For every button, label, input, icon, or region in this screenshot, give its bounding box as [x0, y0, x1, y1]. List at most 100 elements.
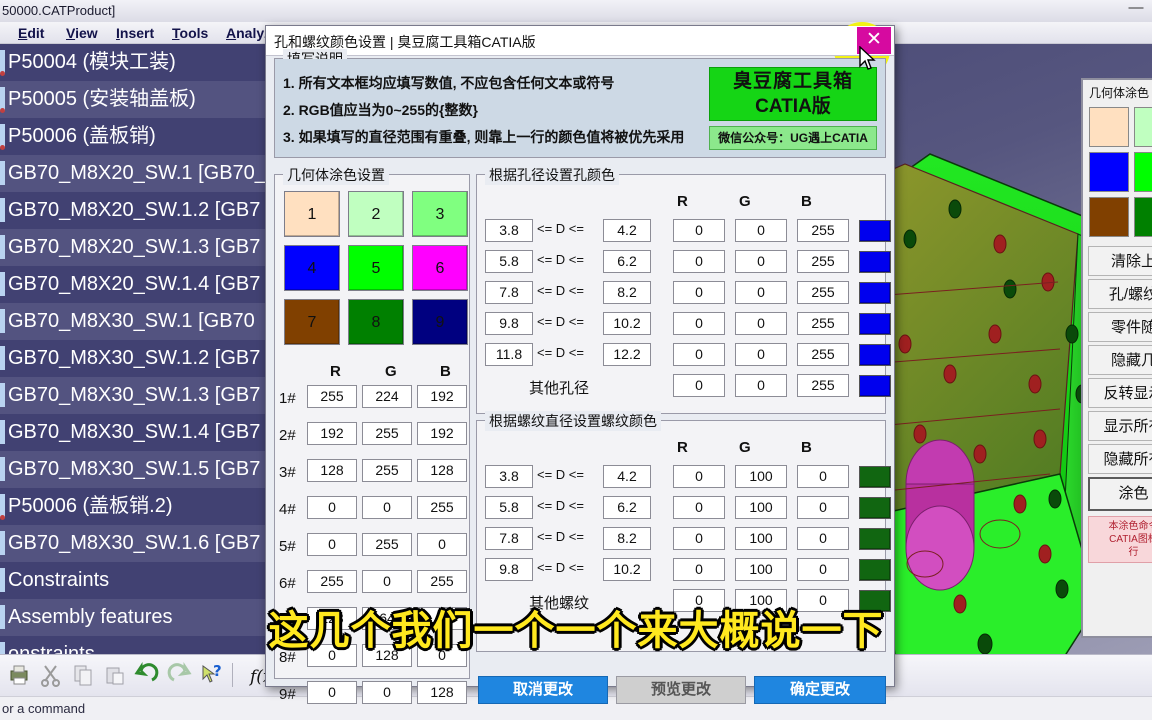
whats-this-icon[interactable]: ? [198, 662, 224, 688]
geometry-b-input[interactable]: 255 [417, 496, 467, 519]
tree-item[interactable]: GB70_M8X30_SW.1.2 [GB7 [0, 340, 272, 377]
menu-tools[interactable]: Tools [172, 24, 208, 42]
geometry-g-input[interactable]: 0 [362, 496, 412, 519]
thread-r-input[interactable]: 0 [673, 496, 725, 519]
geometry-b-input[interactable]: 192 [417, 422, 467, 445]
right-panel-button-1[interactable]: 孔/螺纹 [1088, 279, 1152, 309]
geometry-r-input[interactable]: 0 [307, 644, 357, 667]
hole-max-diameter-input[interactable]: 8.2 [603, 281, 651, 304]
right-panel-color-swatch[interactable] [1134, 107, 1152, 147]
hole-min-diameter-input[interactable]: 5.8 [485, 250, 533, 273]
geometry-color-swatch-4[interactable]: 4 [284, 245, 340, 291]
geometry-b-input[interactable]: 255 [417, 570, 467, 593]
thread-g-input[interactable]: 100 [735, 558, 787, 581]
undo-icon[interactable] [134, 662, 160, 688]
geometry-r-input[interactable]: 0 [307, 496, 357, 519]
right-panel-button-5[interactable]: 显示所有 [1088, 411, 1152, 441]
geometry-swatch-grid[interactable]: 123 456 789 [284, 191, 468, 353]
tree-item[interactable]: onstraints [0, 636, 272, 654]
right-panel-button-2[interactable]: 零件随 [1088, 312, 1152, 342]
geometry-color-swatch-3[interactable]: 3 [412, 191, 468, 237]
right-panel-color-swatch[interactable] [1089, 152, 1129, 192]
right-panel-button-7[interactable]: 涂色 [1088, 477, 1152, 511]
right-panel-button-4[interactable]: 反转显示 [1088, 378, 1152, 408]
tree-item[interactable]: GB70_M8X20_SW.1.3 [GB7 [0, 229, 272, 266]
thread-min-diameter-input[interactable]: 9.8 [485, 558, 533, 581]
geometry-r-input[interactable]: 0 [307, 681, 357, 704]
right-panel-button-3[interactable]: 隐藏几 [1088, 345, 1152, 375]
geometry-color-swatch-6[interactable]: 6 [412, 245, 468, 291]
geometry-g-input[interactable]: 255 [362, 533, 412, 556]
hole-r-input[interactable]: 0 [673, 312, 725, 335]
minimize-button[interactable]: — [1124, 0, 1148, 18]
confirm-changes-button[interactable]: 确定更改 [754, 676, 886, 704]
tree-item[interactable]: GB70_M8X30_SW.1.6 [GB7 [0, 525, 272, 562]
thread-g-input[interactable]: 100 [735, 527, 787, 550]
hole-b-input[interactable]: 255 [797, 219, 849, 242]
thread-min-diameter-input[interactable]: 3.8 [485, 465, 533, 488]
geometry-color-swatch-9[interactable]: 9 [412, 299, 468, 345]
geometry-r-input[interactable]: 192 [307, 422, 357, 445]
thread-max-diameter-input[interactable]: 8.2 [603, 527, 651, 550]
hole-b-input[interactable]: 255 [797, 281, 849, 304]
hole-g-input[interactable]: 0 [735, 343, 787, 366]
tree-item[interactable]: GB70_M8X20_SW.1.2 [GB7 [0, 192, 272, 229]
thread-max-diameter-input[interactable]: 6.2 [603, 496, 651, 519]
geometry-r-input[interactable]: 128 [307, 607, 357, 630]
geometry-b-input[interactable]: 128 [417, 681, 467, 704]
geometry-g-input[interactable]: 0 [362, 570, 412, 593]
right-panel-swatch-grid[interactable] [1083, 105, 1152, 246]
thread-max-diameter-input[interactable]: 10.2 [603, 558, 651, 581]
menu-view[interactable]: View [66, 24, 98, 42]
print-icon[interactable] [6, 662, 32, 688]
geometry-g-input[interactable]: 255 [362, 459, 412, 482]
hole-min-diameter-input[interactable]: 3.8 [485, 219, 533, 242]
hole-min-diameter-input[interactable]: 7.8 [485, 281, 533, 304]
cancel-changes-button[interactable]: 取消更改 [478, 676, 608, 704]
hole-g-input[interactable]: 0 [735, 312, 787, 335]
thread-min-diameter-input[interactable]: 5.8 [485, 496, 533, 519]
geometry-color-swatch-1[interactable]: 1 [284, 191, 340, 237]
tree-item[interactable]: GB70_M8X30_SW.1.3 [GB7 [0, 377, 272, 414]
tree-item[interactable]: GB70_M8X20_SW.1.4 [GB7 [0, 266, 272, 303]
hole-min-diameter-input[interactable]: 9.8 [485, 312, 533, 335]
thread-other-r-input[interactable]: 0 [673, 589, 725, 612]
thread-min-diameter-input[interactable]: 7.8 [485, 527, 533, 550]
hole-other-r-input[interactable]: 0 [673, 374, 725, 397]
spec-tree-list[interactable]: P50004 (模块工装) P50005 (安装轴盖板) P50006 (盖板销) G… [0, 44, 272, 654]
hole-r-input[interactable]: 0 [673, 219, 725, 242]
hole-b-input[interactable]: 255 [797, 312, 849, 335]
thread-b-input[interactable]: 0 [797, 527, 849, 550]
thread-g-input[interactable]: 100 [735, 465, 787, 488]
geometry-g-input[interactable]: 224 [362, 385, 412, 408]
geometry-b-input[interactable]: 0 [417, 607, 467, 630]
thread-other-g-input[interactable]: 100 [735, 589, 787, 612]
geometry-color-swatch-8[interactable]: 8 [348, 299, 404, 345]
hole-g-input[interactable]: 0 [735, 219, 787, 242]
hole-b-input[interactable]: 255 [797, 250, 849, 273]
hole-r-input[interactable]: 0 [673, 250, 725, 273]
tree-item[interactable]: GB70_M8X30_SW.1.5 [GB7 [0, 451, 272, 488]
geometry-g-input[interactable]: 0 [362, 681, 412, 704]
tree-item[interactable]: GB70_M8X20_SW.1 [GB70_ [0, 155, 272, 192]
tree-item[interactable]: GB70_M8X30_SW.1 [GB70 [0, 303, 272, 340]
right-panel-button-6[interactable]: 隐藏所有 [1088, 444, 1152, 474]
tree-item[interactable]: P50006 (盖板销) [0, 118, 272, 155]
thread-b-input[interactable]: 0 [797, 465, 849, 488]
geometry-b-input[interactable]: 0 [417, 644, 467, 667]
geometry-color-swatch-2[interactable]: 2 [348, 191, 404, 237]
right-panel-color-swatch[interactable] [1134, 152, 1152, 192]
hole-b-input[interactable]: 255 [797, 343, 849, 366]
menu-insert[interactable]: Insert [116, 24, 154, 42]
right-panel-color-swatch[interactable] [1134, 197, 1152, 237]
geometry-b-input[interactable]: 128 [417, 459, 467, 482]
geometry-r-input[interactable]: 128 [307, 459, 357, 482]
geometry-g-input[interactable]: 255 [362, 422, 412, 445]
preview-changes-button[interactable]: 预览更改 [616, 676, 746, 704]
hole-r-input[interactable]: 0 [673, 281, 725, 304]
geometry-g-input[interactable]: 128 [362, 644, 412, 667]
tree-item[interactable]: Assembly features [0, 599, 272, 636]
tree-item[interactable]: Constraints [0, 562, 272, 599]
tree-item[interactable]: P50004 (模块工装) [0, 44, 272, 81]
thread-g-input[interactable]: 100 [735, 496, 787, 519]
